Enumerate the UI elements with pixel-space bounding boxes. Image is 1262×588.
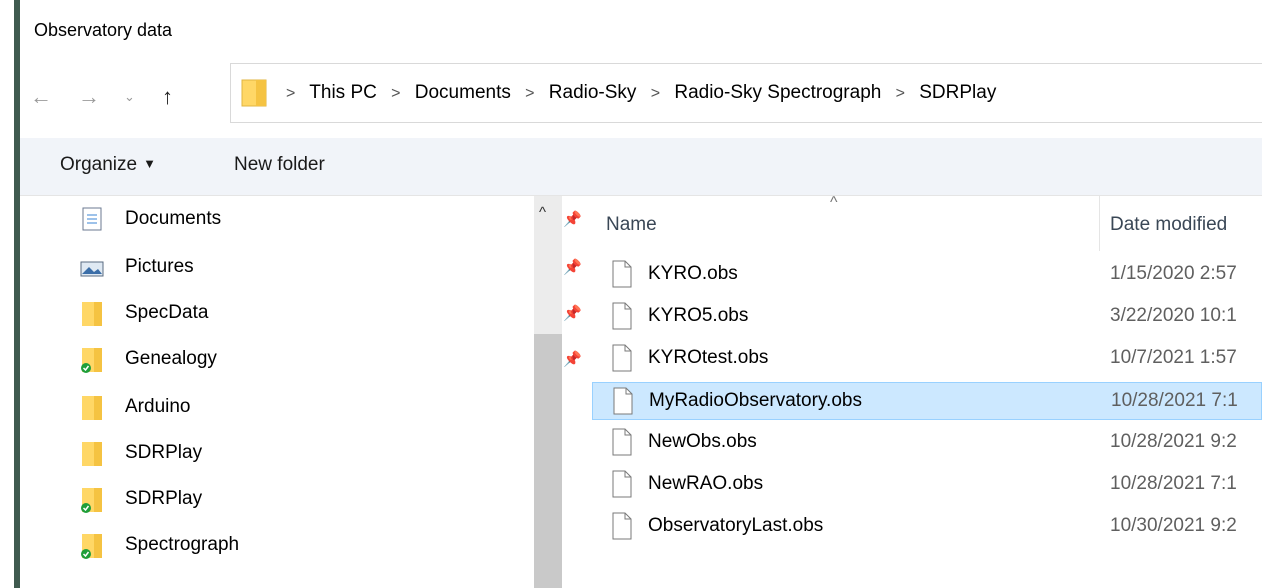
tree-label: SDRPlay (125, 442, 203, 463)
back-arrow-icon[interactable]: ← (30, 79, 52, 115)
tree-item-sdrplay-synced[interactable]: SDRPlay (80, 480, 520, 520)
breadcrumb-separator-icon: > (525, 85, 535, 102)
file-date: 10/28/2021 7:1 (1111, 390, 1238, 411)
navigation-bar: ← → ⌄ ↑ > This PC > Documents > Radio-Sk… (20, 58, 1262, 138)
file-icon (612, 470, 632, 498)
breadcrumb-separator-icon: > (895, 85, 905, 102)
tree-item-genealogy[interactable]: Genealogy 📌 (80, 340, 582, 380)
file-list: ^ Name Date modified KYRO.obs 1/15/2020 … (562, 194, 1262, 588)
column-header-date-modified[interactable]: Date modified (1110, 214, 1227, 236)
tree-item-documents[interactable]: Documents 📌 (80, 200, 582, 240)
folder-synced-icon (81, 488, 102, 513)
tree-item-spectrograph[interactable]: Spectrograph (80, 526, 520, 566)
window-title: Observatory data (34, 20, 173, 40)
file-date: 10/28/2021 9:2 (1110, 431, 1237, 452)
breadcrumb-item-radio-sky[interactable]: Radio-Sky (549, 82, 637, 103)
forward-arrow-icon[interactable]: → (78, 79, 100, 115)
file-name: KYROtest.obs (648, 347, 769, 368)
up-arrow-icon[interactable]: ↑ (162, 79, 173, 115)
documents-icon (82, 207, 102, 231)
tree-label: Genealogy (125, 348, 217, 369)
tree-item-sdrplay[interactable]: SDRPlay (80, 434, 520, 474)
navigation-pane-scrollbar[interactable]: ^ (534, 196, 562, 588)
file-icon (612, 428, 632, 456)
caret-down-icon: ▼ (143, 156, 156, 171)
file-date: 3/22/2020 10:1 (1110, 305, 1237, 326)
file-name: NewRAO.obs (648, 473, 764, 494)
file-date: 10/30/2021 9:2 (1110, 515, 1237, 536)
file-row[interactable]: KYRO.obs 1/15/2020 2:57 (592, 256, 1262, 294)
breadcrumb-item-sdrplay[interactable]: SDRPlay (919, 82, 996, 103)
tree-label: SDRPlay (125, 488, 203, 509)
file-date: 10/7/2021 1:57 (1110, 347, 1237, 368)
organize-button[interactable]: Organize ▼ (60, 154, 156, 176)
file-icon (612, 260, 632, 288)
tree-item-arduino[interactable]: Arduino (80, 388, 520, 428)
navigation-pane: Documents 📌 Pictures 📌 SpecData 📌 Geneal… (20, 196, 582, 588)
address-bar[interactable]: > This PC > Documents > Radio-Sky > Radi… (230, 63, 1262, 123)
folder-icon (82, 396, 102, 420)
breadcrumb: > This PC > Documents > Radio-Sky > Radi… (277, 78, 996, 109)
tree-label: Spectrograph (125, 534, 240, 555)
folder-icon (82, 442, 102, 466)
new-folder-button[interactable]: New folder (234, 154, 325, 176)
file-date: 1/15/2020 2:57 (1110, 263, 1237, 284)
command-toolbar: Organize ▼ New folder (20, 138, 1262, 196)
folder-icon (82, 302, 102, 326)
folder-synced-icon (81, 534, 102, 559)
file-row[interactable]: NewRAO.obs 10/28/2021 7:1 (592, 466, 1262, 504)
file-name: MyRadioObservatory.obs (649, 390, 862, 411)
chevron-down-icon[interactable]: ⌄ (124, 79, 135, 115)
file-icon (612, 344, 632, 372)
breadcrumb-separator-icon: > (286, 85, 296, 102)
file-name: NewObs.obs (648, 431, 757, 452)
tree-label: Pictures (125, 256, 194, 277)
window-left-edge (0, 0, 20, 588)
file-row[interactable]: KYRO5.obs 3/22/2020 10:1 (592, 298, 1262, 336)
breadcrumb-item-this-pc[interactable]: This PC (309, 82, 377, 103)
tree-item-specdata[interactable]: SpecData 📌 (80, 294, 582, 334)
column-header-name[interactable]: Name (606, 214, 657, 236)
breadcrumb-separator-icon: > (391, 85, 401, 102)
folder-icon (241, 79, 267, 107)
file-name: KYRO.obs (648, 263, 738, 284)
tree-label: Arduino (125, 396, 191, 417)
file-icon (612, 512, 632, 540)
file-row[interactable]: ObservatoryLast.obs 10/30/2021 9:2 (592, 508, 1262, 546)
tree-item-pictures[interactable]: Pictures 📌 (80, 248, 582, 288)
tree-label: Documents (125, 208, 222, 229)
pictures-icon (80, 261, 104, 277)
column-divider[interactable] (1099, 196, 1100, 251)
folder-synced-icon (81, 348, 102, 373)
breadcrumb-item-documents[interactable]: Documents (415, 82, 511, 103)
organize-label: Organize (60, 154, 138, 175)
breadcrumb-separator-icon: > (650, 85, 661, 102)
file-icon (612, 302, 632, 330)
file-date: 10/28/2021 7:1 (1110, 473, 1237, 494)
file-name: KYRO5.obs (648, 305, 749, 326)
file-name: ObservatoryLast.obs (648, 515, 824, 536)
file-row-selected[interactable]: MyRadioObservatory.obs 10/28/2021 7:1 (592, 382, 1262, 420)
scroll-up-icon[interactable]: ^ (539, 204, 546, 221)
file-row[interactable]: KYROtest.obs 10/7/2021 1:57 (592, 340, 1262, 378)
file-icon (613, 387, 633, 415)
file-row[interactable]: NewObs.obs 10/28/2021 9:2 (592, 424, 1262, 462)
tree-label: SpecData (125, 302, 209, 323)
scrollbar-thumb[interactable] (534, 334, 562, 588)
sort-ascending-icon: ^ (830, 194, 838, 211)
breadcrumb-item-radio-sky-spectrograph[interactable]: Radio-Sky Spectrograph (674, 82, 881, 103)
